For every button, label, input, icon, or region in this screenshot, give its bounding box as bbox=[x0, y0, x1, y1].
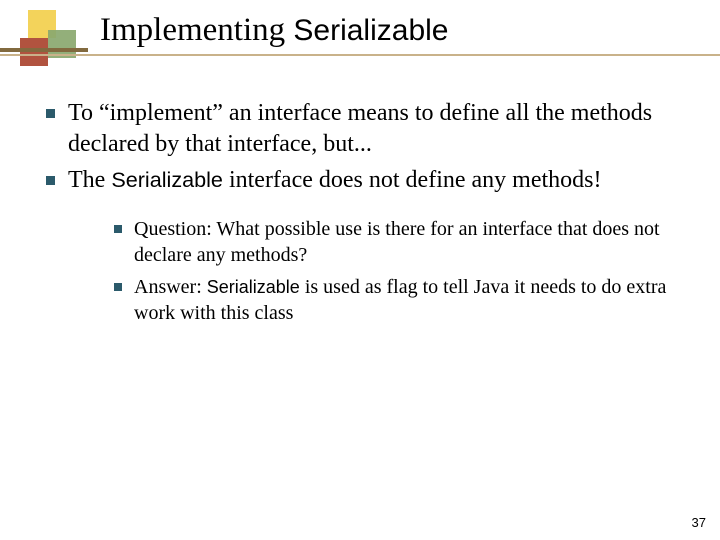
bullet-text: interface does not define any methods! bbox=[223, 167, 602, 193]
bullet-list: To “implement” an interface means to def… bbox=[40, 98, 680, 326]
bullet-text: To “implement” an interface means to def… bbox=[68, 100, 652, 157]
sub-bullet-item: Answer: Serializable is used as flag to … bbox=[108, 274, 680, 326]
slide-header: Implementing Serializable bbox=[0, 0, 720, 70]
title-text: Implementing bbox=[100, 12, 293, 48]
bullet-text: Answer: bbox=[134, 276, 207, 298]
title-underline-short bbox=[0, 48, 88, 52]
slide-title: Implementing Serializable bbox=[100, 12, 448, 49]
code-inline: Serializable bbox=[207, 277, 300, 297]
bullet-text: The bbox=[68, 167, 111, 193]
decor-square-red bbox=[20, 38, 48, 66]
title-code: Serializable bbox=[293, 14, 448, 47]
sub-bullet-item: Question: What possible use is there for… bbox=[108, 216, 680, 268]
page-number: 37 bbox=[692, 515, 706, 530]
bullet-text: Question: What possible use is there for… bbox=[134, 218, 660, 266]
slide-body: To “implement” an interface means to def… bbox=[0, 70, 720, 326]
title-underline-long bbox=[0, 54, 720, 56]
code-inline: Serializable bbox=[111, 167, 223, 192]
bullet-item: The Serializable interface does not defi… bbox=[40, 165, 680, 326]
bullet-item: To “implement” an interface means to def… bbox=[40, 98, 680, 159]
sub-bullet-list: Question: What possible use is there for… bbox=[108, 216, 680, 326]
